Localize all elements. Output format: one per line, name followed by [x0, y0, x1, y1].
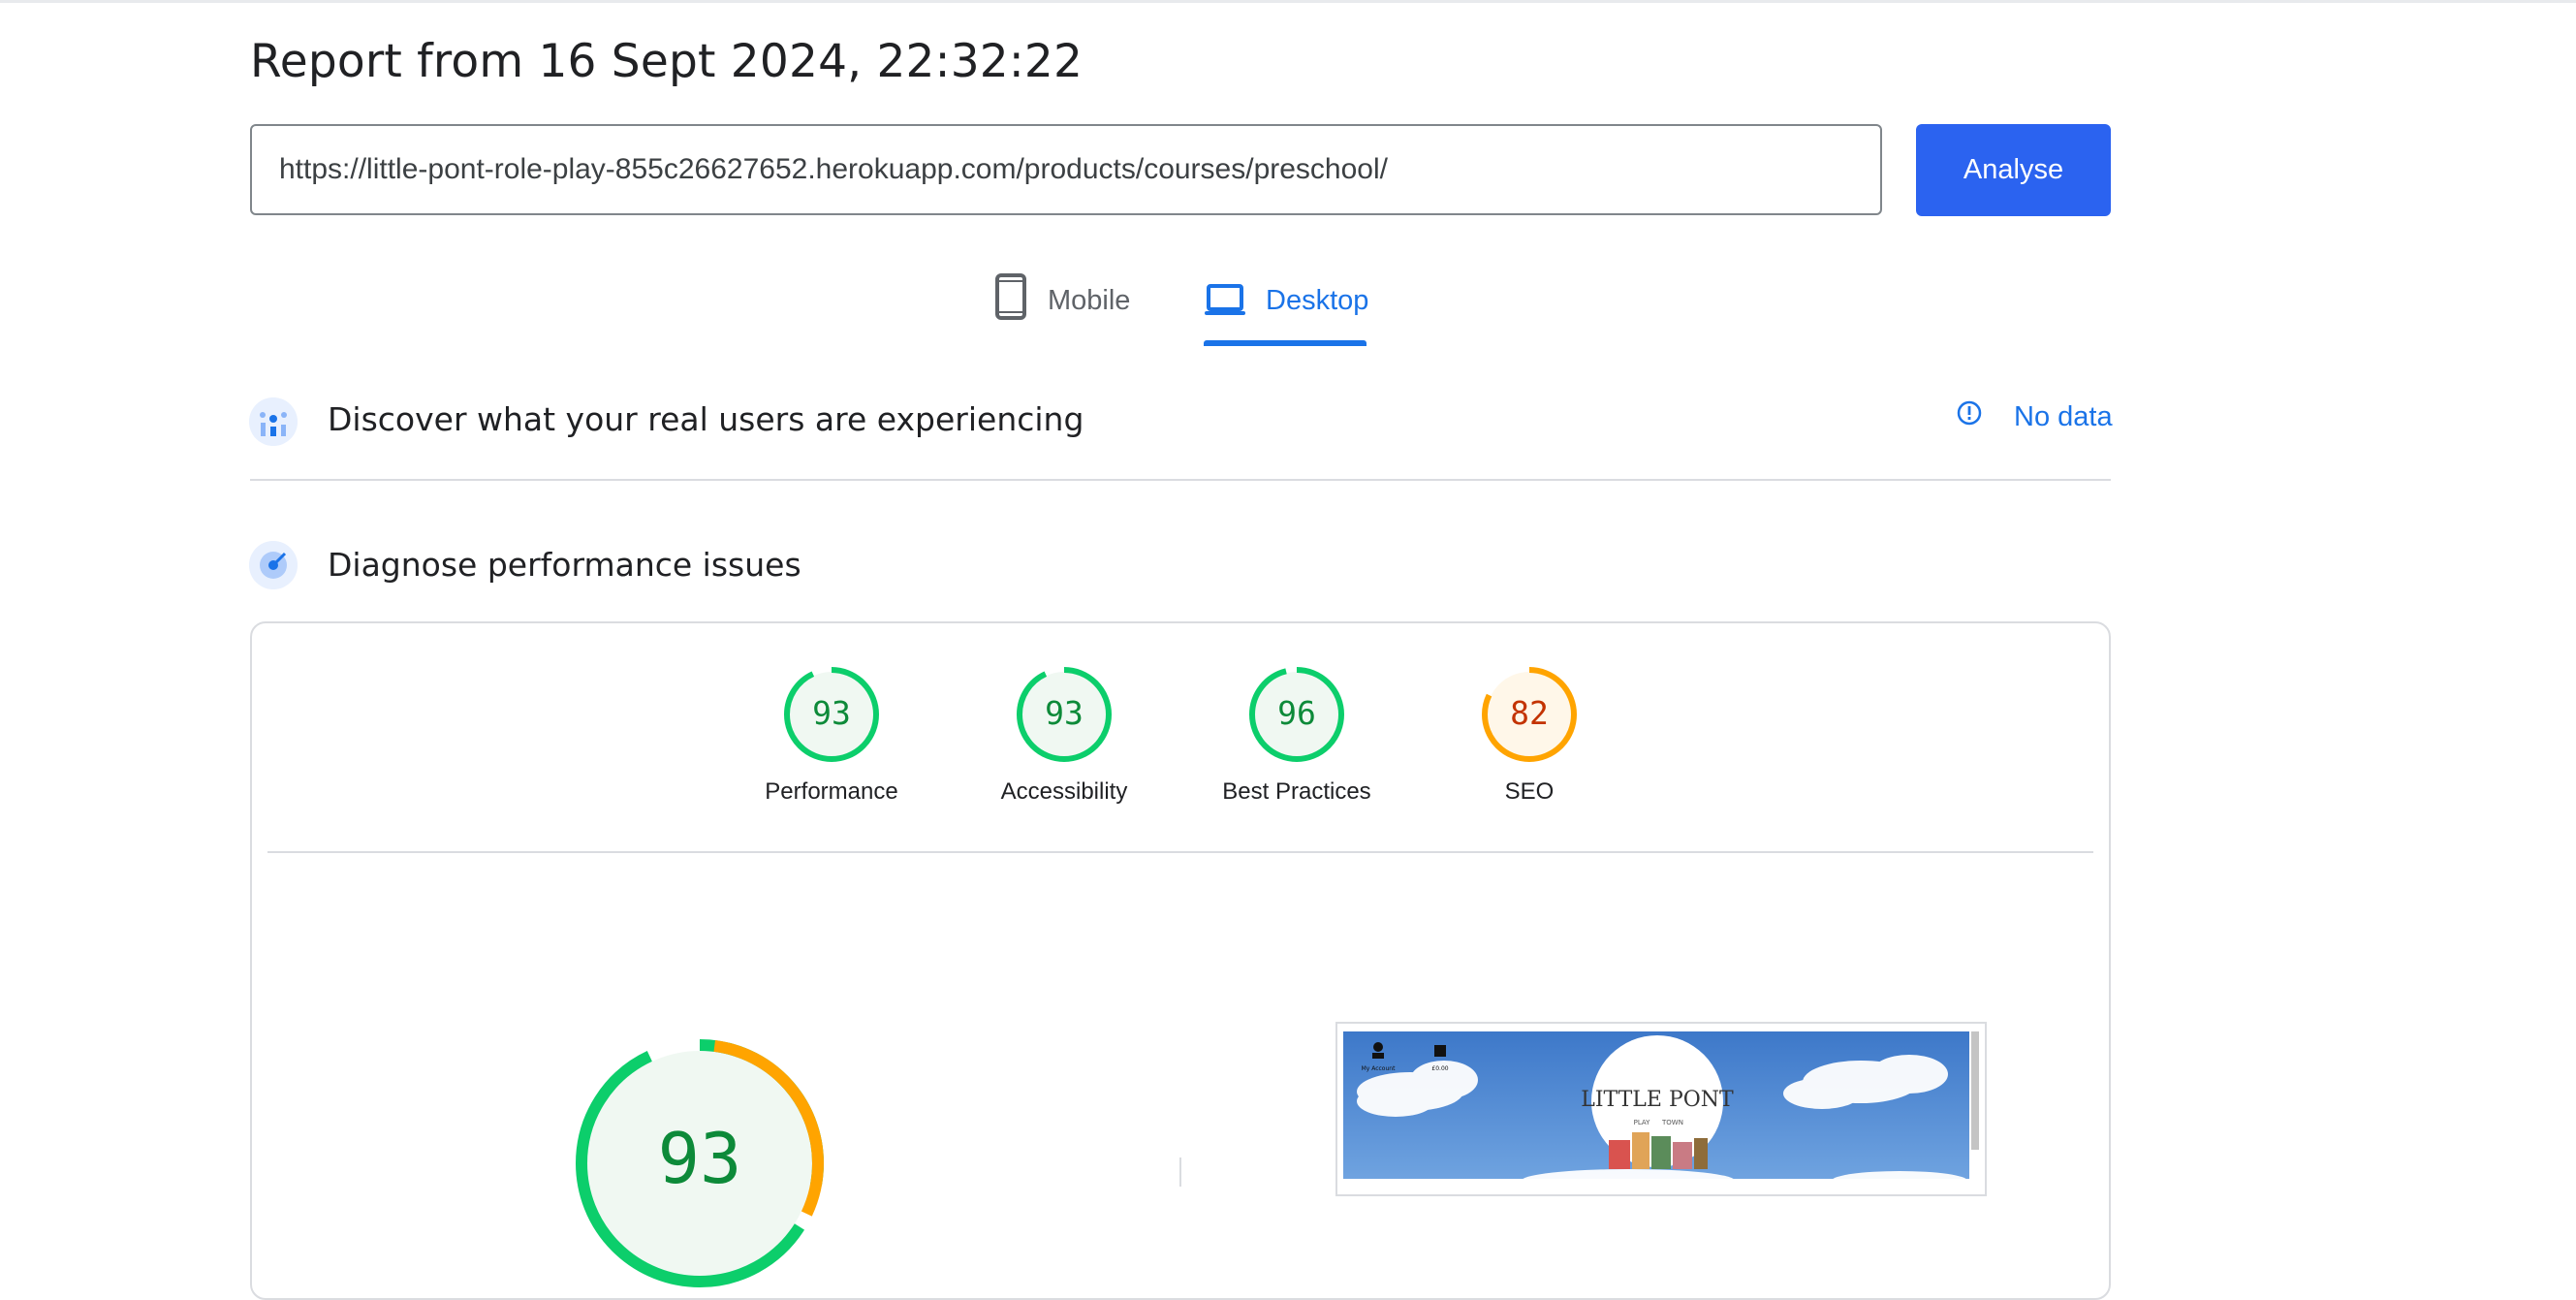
top-border [0, 0, 2576, 3]
analyse-button[interactable]: Analyse [1916, 124, 2111, 216]
radar-icon [249, 541, 298, 589]
preview-site-name: LITTLE PONT [1581, 1088, 1734, 1112]
tab-mobile-label: Mobile [1048, 285, 1131, 316]
gauge-accessibility[interactable]: 93 Accessibility [948, 666, 1180, 821]
preview-account-label: My Account [1362, 1065, 1397, 1072]
gauge-ring: 82 [1482, 667, 1577, 762]
main-score-value: 93 [658, 1118, 742, 1199]
section-divider [250, 479, 2111, 481]
laptop-icon [1204, 283, 1246, 326]
preview-tagline-left: PLAY [1634, 1119, 1651, 1126]
gauge-best-practices-label: Best Practices [1222, 778, 1371, 805]
preview-tagline-right: TOWN [1661, 1119, 1683, 1126]
main-performance-gauge: 93 [574, 1037, 826, 1289]
report-title: Report from 16 Sept 2024, 22:32:22 [250, 35, 1084, 88]
info-icon [1956, 399, 1983, 434]
no-data-label: No data [2014, 400, 2113, 432]
svg-text:93: 93 [812, 694, 851, 732]
active-tab-indicator [1204, 340, 1367, 346]
people-chart-icon [249, 397, 298, 446]
preview-bag-label: £0.00 [1431, 1065, 1448, 1072]
tab-mobile[interactable]: Mobile [993, 273, 1130, 345]
gauge-performance-label: Performance [765, 778, 898, 805]
url-input[interactable] [250, 124, 1882, 215]
gauge-accessibility-label: Accessibility [1000, 778, 1128, 805]
lab-data-title: Diagnose performance issues [328, 546, 801, 584]
gauge-best-practices[interactable]: 96 Best Practices [1180, 666, 1413, 821]
tab-desktop[interactable]: Desktop [1204, 273, 1368, 345]
gauge-ring: 93 [784, 667, 879, 762]
gauge-seo-label: SEO [1504, 778, 1555, 805]
svg-text:82: 82 [1510, 694, 1549, 732]
svg-text:96: 96 [1277, 694, 1316, 732]
phone-icon [993, 273, 1028, 328]
gauge-performance[interactable]: 93 Performance [715, 666, 948, 821]
gauge-ring: 93 [1017, 667, 1112, 762]
svg-text:93: 93 [1045, 694, 1084, 732]
page-screenshot-thumbnail: LITTLE PONT PLAY TOWN My Account £0.00 [1335, 1022, 1987, 1196]
tab-desktop-label: Desktop [1266, 285, 1369, 316]
gauge-seo[interactable]: 82 SEO [1413, 666, 1646, 821]
gauge-ring: 96 [1249, 667, 1344, 762]
card-divider [267, 851, 2093, 853]
field-data-title: Discover what your real users are experi… [328, 400, 1084, 438]
no-data-link[interactable]: No data [1956, 399, 2113, 434]
